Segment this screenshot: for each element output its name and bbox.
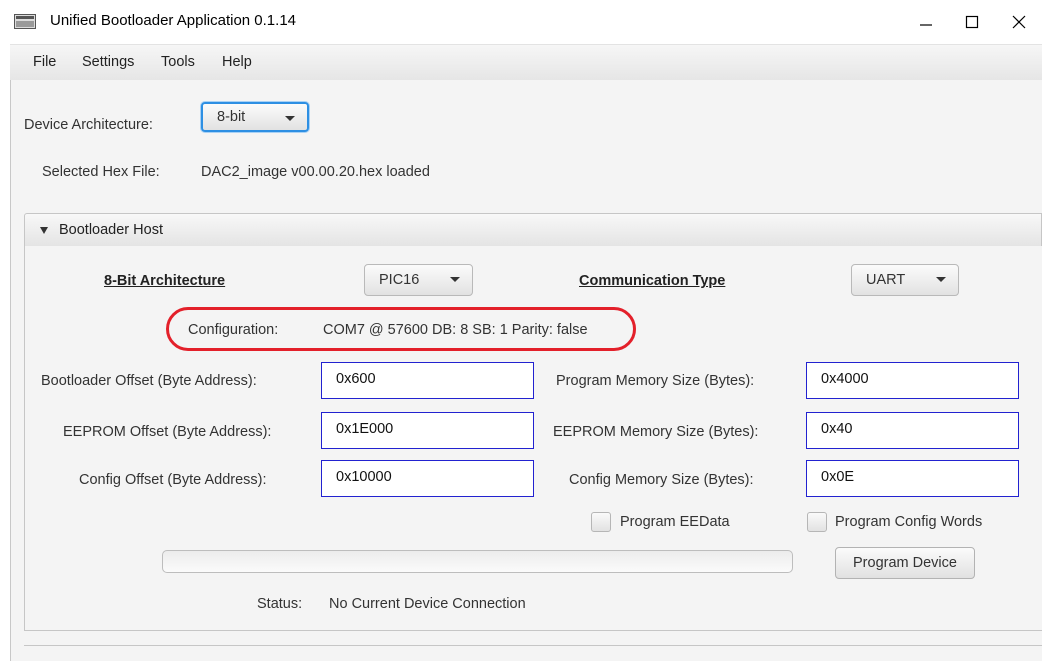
program-device-button[interactable]: Program Device [835, 547, 975, 579]
maximize-button[interactable] [949, 6, 995, 38]
architecture-value: PIC16 [379, 272, 420, 288]
bootloader-offset-field[interactable]: 0x600 [321, 362, 534, 399]
program-eedata-checkbox[interactable] [591, 512, 611, 532]
communication-type-dropdown[interactable]: UART [851, 264, 959, 296]
menu-bar: File Settings Tools Help [10, 44, 1042, 81]
pane-divider [24, 645, 1042, 646]
program-config-words-label: Program Config Words [835, 514, 983, 530]
bootloader-host-title: Bootloader Host [59, 222, 163, 238]
chevron-down-icon [936, 277, 946, 282]
hex-file-label: Selected Hex File: [42, 164, 160, 180]
maximize-icon [965, 15, 979, 29]
bootloader-offset-label: Bootloader Offset (Byte Address): [41, 373, 257, 389]
communication-type-value: UART [866, 272, 906, 288]
collapse-triangle-icon [40, 227, 48, 234]
device-architecture-value: 8-bit [217, 109, 246, 125]
config-memory-size-label: Config Memory Size (Bytes): [569, 472, 754, 488]
eeprom-offset-field[interactable]: 0x1E000 [321, 412, 534, 449]
bootloader-host-pane-header[interactable]: Bootloader Host [24, 213, 1042, 247]
minimize-icon [920, 24, 932, 26]
config-memory-size-field[interactable]: 0x0E [806, 460, 1019, 497]
highlight-annotation [166, 307, 636, 351]
window-title: Unified Bootloader Application 0.1.14 [50, 12, 297, 29]
eeprom-memory-size-label: EEPROM Memory Size (Bytes): [553, 424, 759, 440]
device-architecture-dropdown[interactable]: 8-bit [201, 102, 309, 132]
architecture-label: 8-Bit Architecture [104, 273, 226, 289]
close-icon [1012, 15, 1026, 29]
menu-settings[interactable]: Settings [82, 54, 134, 70]
program-memory-size-label: Program Memory Size (Bytes): [556, 373, 755, 389]
menu-help[interactable]: Help [222, 54, 252, 70]
progress-bar [162, 550, 793, 573]
status-label: Status: [257, 596, 303, 612]
architecture-dropdown[interactable]: PIC16 [364, 264, 473, 296]
config-offset-label: Config Offset (Byte Address): [79, 472, 267, 488]
menu-tools[interactable]: Tools [161, 54, 195, 70]
program-eedata-label: Program EEData [620, 514, 730, 530]
eeprom-memory-size-field[interactable]: 0x40 [806, 412, 1019, 449]
chevron-down-icon [450, 277, 460, 282]
chevron-down-icon [285, 116, 295, 121]
title-bar: Unified Bootloader Application 0.1.14 [0, 0, 1042, 44]
config-offset-field[interactable]: 0x10000 [321, 460, 534, 497]
program-memory-size-field[interactable]: 0x4000 [806, 362, 1019, 399]
hex-file-value: DAC2_image v00.00.20.hex loaded [201, 164, 430, 180]
menu-file[interactable]: File [33, 54, 56, 70]
device-architecture-label: Device Architecture: [24, 117, 153, 133]
app-window-icon [14, 14, 36, 29]
communication-type-label: Communication Type [579, 273, 726, 289]
program-config-words-checkbox[interactable] [807, 512, 827, 532]
minimize-button[interactable] [903, 6, 949, 38]
close-button[interactable] [996, 6, 1042, 38]
eeprom-offset-label: EEPROM Offset (Byte Address): [63, 424, 272, 440]
status-value: No Current Device Connection [329, 596, 526, 612]
